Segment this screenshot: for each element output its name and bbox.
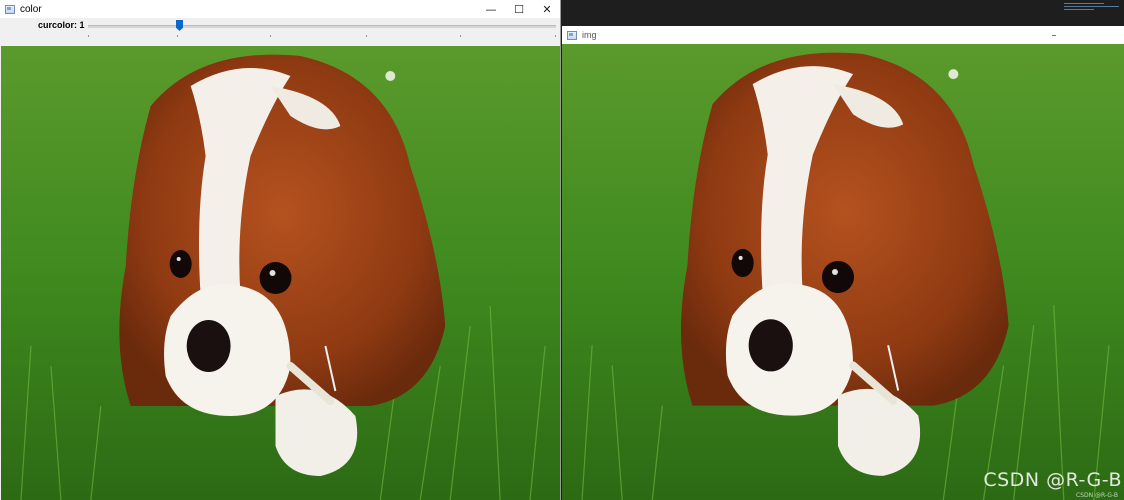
- trackbar-tick: [88, 35, 89, 37]
- window-title: color: [20, 3, 42, 15]
- window-controls: — ☐ ✕: [477, 0, 560, 18]
- window-title: img: [582, 30, 597, 40]
- trackbar-tick: [366, 35, 367, 37]
- dog-photo: [562, 44, 1124, 500]
- trackbar-tick: [460, 35, 461, 37]
- color-image-view: [1, 46, 560, 500]
- window-app-icon: [5, 4, 15, 14]
- desktop: color — ☐ ✕ curcolor: 1 img CSDN @R-G-B …: [0, 0, 1124, 500]
- csdn-watermark: CSDN @R-G-B: [983, 469, 1122, 491]
- trackbar-tick: [177, 35, 178, 37]
- trackbar-panel: curcolor: 1: [0, 18, 560, 46]
- csdn-watermark-small: CSDN @R-G-B: [1075, 492, 1118, 499]
- img-window-titlebar[interactable]: img: [562, 26, 1124, 44]
- color-window-titlebar[interactable]: color — ☐ ✕: [0, 0, 560, 18]
- minimize-icon[interactable]: —: [477, 0, 505, 18]
- close-icon[interactable]: ✕: [533, 0, 560, 18]
- trackbar-tick: [555, 35, 556, 37]
- window-app-icon: [567, 30, 577, 40]
- color-window: color — ☐ ✕ curcolor: 1: [0, 0, 561, 500]
- img-window: img CSDN @R-G-B CSDN @R-G-B: [562, 0, 1124, 500]
- trackbar-label: curcolor: 1: [38, 20, 85, 30]
- maximize-icon[interactable]: ☐: [505, 0, 533, 18]
- trackbar-thumb[interactable]: [176, 20, 183, 31]
- background-code-snippet: [1064, 1, 1122, 13]
- dog-photo: [1, 46, 560, 500]
- minimize-icon[interactable]: [1052, 35, 1056, 36]
- trackbar-track[interactable]: [88, 25, 556, 28]
- img-image-view: [562, 44, 1124, 500]
- trackbar-tick: [270, 35, 271, 37]
